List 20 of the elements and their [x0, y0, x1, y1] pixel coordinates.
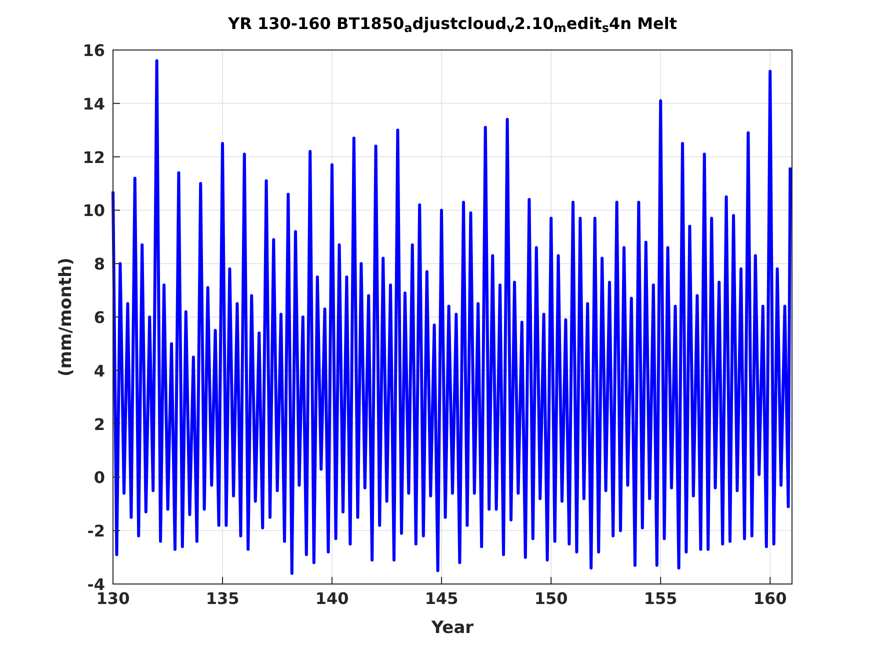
x-tick-label: 135 [206, 589, 240, 608]
x-tick-label: 130 [96, 589, 130, 608]
chart-title: YR 130-160 BT1850$_{a}$djustcloud$_{v}$2.10$_{m}$edit$_{s}$4n Melt [228, 14, 677, 34]
x-axis-label: Year [431, 618, 474, 638]
y-tick-label: 10 [82, 201, 105, 220]
y-tick-label: 12 [82, 148, 105, 167]
y-tick-label: 6 [94, 308, 105, 327]
x-tick-label: 145 [424, 589, 458, 608]
y-tick-label: 16 [82, 41, 105, 60]
y-tick-label: 4 [94, 361, 105, 380]
y-tick-label: 14 [82, 94, 105, 114]
y-axis-label: (mm/month) [56, 258, 76, 376]
y-tick-label: 8 [94, 254, 105, 274]
x-tick-label: 160 [753, 589, 787, 608]
x-tick-label: 140 [315, 589, 349, 608]
y-tick-label: 2 [94, 414, 105, 434]
x-tick-label: 150 [534, 589, 568, 608]
y-tick-label: 0 [94, 468, 105, 488]
y-tick-label: -2 [87, 522, 105, 541]
x-tick-label: 155 [644, 589, 678, 608]
